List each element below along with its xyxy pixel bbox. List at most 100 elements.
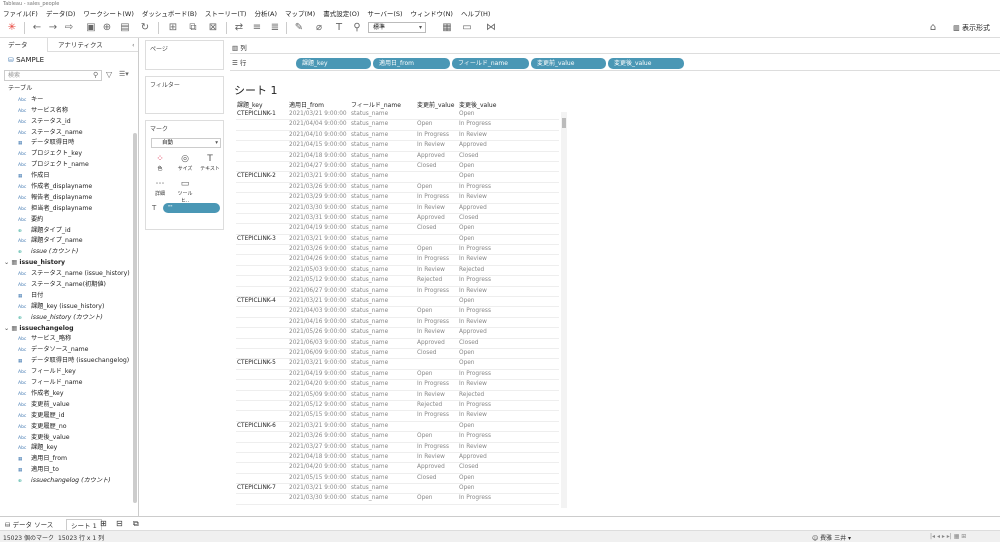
sort-asc-icon[interactable]: ≡ [250, 21, 264, 35]
undo-icon[interactable]: ← [30, 21, 44, 35]
tooltip-button[interactable]: ▭ ツールヒ.. [174, 178, 196, 204]
table-row[interactable]: 2021/04/10 9:00:00 status_name In Progress… [236, 131, 559, 142]
field-item[interactable]: ▦ 日付 [0, 291, 138, 302]
field-item[interactable]: Abc キー [0, 95, 138, 106]
field-item[interactable]: Abc 報告者_displayname [0, 193, 138, 204]
field-item[interactable]: Abc フィールド_key [0, 367, 138, 378]
table-row[interactable]: 2021/03/29 9:00:00 status_name In Progress… [236, 193, 559, 204]
new-story-icon[interactable]: ⧉ [133, 519, 139, 529]
field-search-input[interactable]: 検索 [4, 70, 102, 81]
table-row[interactable]: 2021/04/03 9:00:00 status_name Open In Prog… [236, 307, 559, 318]
table-row[interactable]: 2021/05/15 9:00:00 status_name In Progress… [236, 411, 559, 422]
new-dashboard-icon[interactable]: ⊟ [116, 519, 123, 528]
table-row[interactable]: CTEPICLINK-6 2021/03/21 9:00:00 status_nam… [236, 422, 559, 433]
text-button[interactable]: T テキスト [199, 153, 221, 175]
field-item[interactable]: ⊕ issuechangelog (カウント) [0, 476, 138, 487]
table-row[interactable]: CTEPICLINK-3 2021/03/21 9:00:00 status_nam… [236, 235, 559, 246]
field-item[interactable]: Abc ステータス_id [0, 117, 138, 128]
user-menu[interactable]: ☺ 費雅 三井 ▾ [812, 533, 851, 542]
table-row[interactable]: 2021/04/19 9:00:00 status_name Open In Prog… [236, 370, 559, 381]
mark-type-select[interactable]: 自動 [151, 138, 221, 148]
pages-shelf[interactable]: ページ [145, 40, 224, 70]
table-row[interactable]: 2021/06/27 9:00:00 status_name In Progress… [236, 287, 559, 298]
forward-icon[interactable]: ⇨ [62, 21, 76, 35]
fit-select[interactable]: 標準 [368, 22, 426, 33]
field-item[interactable]: Abc サービス_略称 [0, 334, 138, 345]
table-row[interactable]: 2021/04/20 9:00:00 status_name In Progress… [236, 380, 559, 391]
menu-item[interactable]: ファイル(F) [3, 8, 38, 18]
menu-item[interactable]: 分析(A) [254, 8, 277, 18]
menu-item[interactable]: ウィンドウ(N) [411, 8, 453, 18]
table-row[interactable]: 2021/04/27 9:00:00 status_name Closed Open [236, 162, 559, 173]
table-row[interactable]: 2021/05/03 9:00:00 status_name In Review Re… [236, 266, 559, 277]
field-item[interactable]: Abc ステータス_name [0, 128, 138, 139]
clear-sheet-icon[interactable]: ⊠ [206, 21, 220, 35]
field-item[interactable]: Abc サービス名称 [0, 106, 138, 117]
detail-button[interactable]: ⋯ 詳細 [149, 178, 171, 200]
table-row[interactable]: CTEPICLINK-7 2021/03/21 9:00:00 status_nam… [236, 484, 559, 495]
row-pill[interactable]: 適用日_from [373, 58, 450, 69]
table-row[interactable]: CTEPICLINK-5 2021/03/21 9:00:00 status_nam… [236, 359, 559, 370]
table-row[interactable]: 2021/05/12 9:00:00 status_name Rejected In … [236, 276, 559, 287]
table-row[interactable]: 2021/03/30 9:00:00 status_name In Review Ap… [236, 204, 559, 214]
table-row[interactable]: 2021/04/18 9:00:00 status_name In Review Ap… [236, 453, 559, 464]
field-item[interactable]: Abc 作成者_displayname [0, 182, 138, 193]
pause-updates-icon[interactable]: ▤ [118, 21, 132, 35]
table-row[interactable]: 2021/04/18 9:00:00 status_name Approved Clo… [236, 152, 559, 162]
tableau-logo-icon[interactable]: ✳ [5, 21, 19, 35]
table-row[interactable]: 2021/06/03 9:00:00 status_name Approved Clo… [236, 339, 559, 349]
sort-desc-icon[interactable]: ≣ [268, 21, 282, 35]
column-header[interactable]: フィールド_name [351, 100, 401, 109]
menu-item[interactable]: ヘルプ(H) [461, 8, 490, 18]
view-scrollbar-thumb[interactable] [562, 118, 566, 128]
pin-icon[interactable]: ⚲ [350, 21, 364, 35]
field-item[interactable]: Abc 変更履歴_no [0, 422, 138, 433]
swap-icon[interactable]: ⇄ [232, 21, 246, 35]
row-pill[interactable]: 変更前_value [531, 58, 606, 69]
field-item[interactable]: ▦ データ取得日時 [0, 138, 138, 149]
field-item[interactable]: ▦ 作成日 [0, 171, 138, 182]
field-item[interactable]: Abc プロジェクト_key [0, 149, 138, 160]
column-header[interactable]: 課題_key [237, 100, 263, 109]
field-item[interactable]: ▦ 適用日_to [0, 465, 138, 476]
sheet-navigation[interactable]: |◂ ◂ ▸ ▸| ▦ ⊞ [930, 533, 966, 540]
table-row[interactable]: 2021/04/19 9:00:00 status_name Closed Open [236, 224, 559, 235]
view-options-icon[interactable]: ☰▾ [119, 70, 129, 78]
field-item[interactable]: Abc 要約 [0, 215, 138, 226]
datasource-item[interactable]: ⛁ SAMPLE [0, 52, 138, 68]
field-item[interactable]: Abc プロジェクト_name [0, 160, 138, 171]
new-worksheet-icon[interactable]: ⊞ [166, 21, 180, 35]
table-row[interactable]: 2021/05/12 9:00:00 status_name Rejected In … [236, 401, 559, 412]
field-item[interactable]: Abc ステータス_name (issue_history) [0, 269, 138, 280]
field-item[interactable]: Abc ステータス_name(初期値) [0, 280, 138, 291]
field-item[interactable]: ⊕ issue (カウント) [0, 247, 138, 258]
view-scrollbar[interactable] [561, 112, 567, 508]
show-me-button[interactable]: ▥ 表示形式 [953, 23, 990, 33]
save-icon[interactable]: ▣ [84, 21, 98, 35]
field-item[interactable]: ⊕ issue_history (カウント) [0, 313, 138, 324]
columns-shelf[interactable]: ▥ 列 [230, 40, 1000, 54]
field-item[interactable]: ▦ データ取得日時 (issuechangelog) [0, 356, 138, 367]
field-item[interactable]: Abc 変更履歴_id [0, 411, 138, 422]
table-row[interactable]: 2021/05/15 9:00:00 status_name Closed Open [236, 474, 559, 485]
filters-shelf[interactable]: フィルター [145, 76, 224, 114]
field-item[interactable]: Abc フィールド_name [0, 378, 138, 389]
menu-item[interactable]: サーバー(S) [367, 8, 402, 18]
share-icon[interactable]: ⋈ [484, 21, 498, 35]
menu-item[interactable]: マップ(M) [285, 8, 315, 18]
table-row[interactable]: CTEPICLINK-4 2021/03/21 9:00:00 status_nam… [236, 297, 559, 308]
table-row[interactable]: 2021/03/30 9:00:00 status_name Open In Prog… [236, 494, 559, 505]
highlight-icon[interactable]: ✎ [292, 21, 306, 35]
new-sheet-icon[interactable]: ⊞ [100, 519, 107, 528]
field-item[interactable]: Abc 変更前_value [0, 400, 138, 411]
column-header[interactable]: 変更前_value [417, 100, 454, 109]
field-item[interactable]: Abc 課題_key [0, 443, 138, 454]
menu-item[interactable]: データ(D) [46, 8, 76, 18]
tab-data[interactable]: データ [0, 38, 48, 52]
mark-text-pill[interactable]: "" [163, 203, 220, 213]
redo-icon[interactable]: → [46, 21, 60, 35]
field-item[interactable]: Abc 変更後_value [0, 433, 138, 444]
group-icon[interactable]: ⌀ [312, 21, 326, 35]
table-row[interactable]: 2021/04/20 9:00:00 status_name Approved Clo… [236, 463, 559, 474]
table-row[interactable]: 2021/03/26 9:00:00 status_name Open In Prog… [236, 432, 559, 443]
